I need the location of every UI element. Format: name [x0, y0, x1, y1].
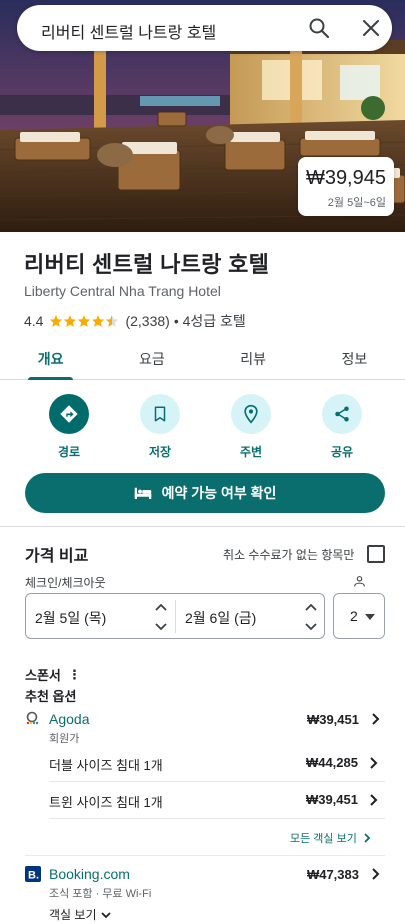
tab-overview[interactable]: 개요 — [0, 336, 101, 380]
search-bar[interactable]: 리버티 센트럴 나트랑 호텔 — [17, 5, 392, 51]
room-option-row[interactable]: 더블 사이즈 침대 1개 ₩44,285 — [49, 744, 385, 782]
agoda-link[interactable]: Agoda — [49, 711, 89, 727]
row-divider — [49, 818, 385, 819]
free-cancel-checkbox[interactable] — [367, 545, 385, 563]
room-price: ₩39,451 — [305, 792, 358, 807]
star-rating — [49, 314, 119, 328]
hotel-name: 리버티 센트럴 나트랑 호텔 — [24, 252, 270, 277]
booking-price[interactable]: ₩47,383 — [307, 867, 359, 882]
search-query[interactable]: 리버티 센트럴 나트랑 호텔 — [41, 19, 216, 43]
half-star-icon — [106, 315, 119, 327]
free-cancel-label: 취소 수수료가 없는 항목만 — [223, 548, 355, 562]
directions-icon — [60, 405, 78, 423]
room-name: 트윈 사이즈 침대 1개 — [49, 795, 163, 810]
all-rooms-link[interactable]: 모든 객실 보기 — [290, 830, 371, 846]
room-price: ₩44,285 — [305, 755, 358, 770]
check-availability-button[interactable]: 예약 가능 여부 확인 — [25, 473, 385, 513]
rating-value: 4.4 — [24, 313, 44, 329]
save-button[interactable]: 저장 — [120, 394, 200, 460]
bookmark-icon — [154, 406, 166, 422]
chevron-down-icon — [100, 911, 111, 918]
star-icon — [50, 315, 63, 327]
share-label: 공유 — [330, 445, 354, 459]
nearby-icon — [244, 404, 258, 424]
more-vert-icon[interactable]: ⋮ — [68, 667, 81, 683]
checkout-date[interactable]: 2월 6일 (금) — [185, 608, 256, 628]
date-picker: 2월 5일 (목) 2월 6일 (금) — [25, 593, 325, 639]
dropdown-arrow-icon — [365, 614, 375, 620]
booking-logo-icon: B. — [25, 866, 41, 882]
nearby-label: 주변 — [239, 445, 263, 459]
sponsor-text: 스폰서 — [25, 668, 61, 683]
tab-bar: 개요 요금 리뷰 정보 — [0, 336, 405, 380]
rating-row[interactable]: 4.4 (2,338) • 4성급 호텔 — [24, 311, 246, 331]
room-name: 더블 사이즈 침대 1개 — [49, 758, 163, 773]
price-compare-title: 가격 비교 — [25, 548, 89, 565]
quick-actions: 경로 저장 주변 공유 — [0, 394, 405, 464]
guests-select[interactable]: 2 — [333, 593, 385, 639]
provider-divider — [25, 855, 385, 856]
tab-reviews[interactable]: 리뷰 — [203, 336, 304, 379]
see-rooms-label: 객실 보기 — [49, 908, 97, 922]
chevron-right-icon[interactable] — [370, 867, 382, 881]
save-label: 저장 — [148, 445, 172, 459]
hotel-class: • 4성급 호텔 — [173, 313, 246, 329]
tab-about[interactable]: 정보 — [304, 336, 405, 379]
hero-price-dates: 2월 5일~6일 — [327, 197, 386, 209]
directions-button[interactable]: 경로 — [29, 394, 109, 460]
checkin-stepper[interactable] — [154, 600, 168, 634]
hotel-hero-photo[interactable]: 리버티 센트럴 나트랑 호텔 ₩39,945 2월 5일~6일 — [0, 0, 405, 232]
recommended-label: 추천 옵션 — [25, 689, 77, 704]
hotel-name-en: Liberty Central Nha Trang Hotel — [24, 283, 221, 299]
booking-link[interactable]: Booking.com — [49, 866, 130, 882]
person-icon — [354, 576, 365, 587]
share-button[interactable]: 공유 — [302, 394, 382, 460]
checkout-stepper[interactable] — [304, 600, 318, 634]
tab-prices[interactable]: 요금 — [101, 336, 202, 379]
agoda-price[interactable]: ₩39,451 — [307, 712, 359, 727]
search-icon[interactable] — [307, 16, 331, 40]
bed-icon — [134, 487, 151, 499]
section-divider — [0, 526, 405, 527]
all-rooms-label: 모든 객실 보기 — [290, 833, 357, 845]
guest-count: 2 — [350, 608, 358, 624]
check-availability-label: 예약 가능 여부 확인 — [161, 485, 277, 501]
room-option-row[interactable]: 트윈 사이즈 침대 1개 ₩39,451 — [49, 781, 385, 819]
chevron-right-icon — [364, 833, 371, 843]
booking-features: 조식 포함 · 무료 Wi-Fi — [49, 888, 152, 900]
hero-price: ₩39,945 — [305, 167, 386, 189]
checkin-date[interactable]: 2월 5일 (목) — [35, 608, 106, 628]
chevron-right-icon — [370, 794, 378, 806]
hero-price-badge[interactable]: ₩39,945 2월 5일~6일 — [298, 157, 394, 216]
directions-label: 경로 — [57, 445, 81, 459]
star-icon — [64, 315, 77, 327]
star-icon — [78, 315, 91, 327]
review-count[interactable]: (2,338) — [125, 313, 169, 329]
close-icon[interactable] — [359, 16, 383, 40]
star-icon — [92, 315, 105, 327]
share-icon — [335, 406, 349, 422]
chevron-right-icon[interactable] — [370, 712, 382, 726]
agoda-logo-icon — [26, 711, 39, 725]
svg-text:B.: B. — [28, 870, 39, 882]
nearby-button[interactable]: 주변 — [211, 394, 291, 460]
see-rooms-toggle[interactable]: 객실 보기 — [49, 906, 111, 923]
date-separator — [175, 600, 176, 633]
sponsor-label: 스폰서 ⋮ — [25, 665, 81, 684]
checkin-label: 체크인/체크아웃 — [25, 576, 106, 590]
chevron-right-icon — [370, 757, 378, 769]
